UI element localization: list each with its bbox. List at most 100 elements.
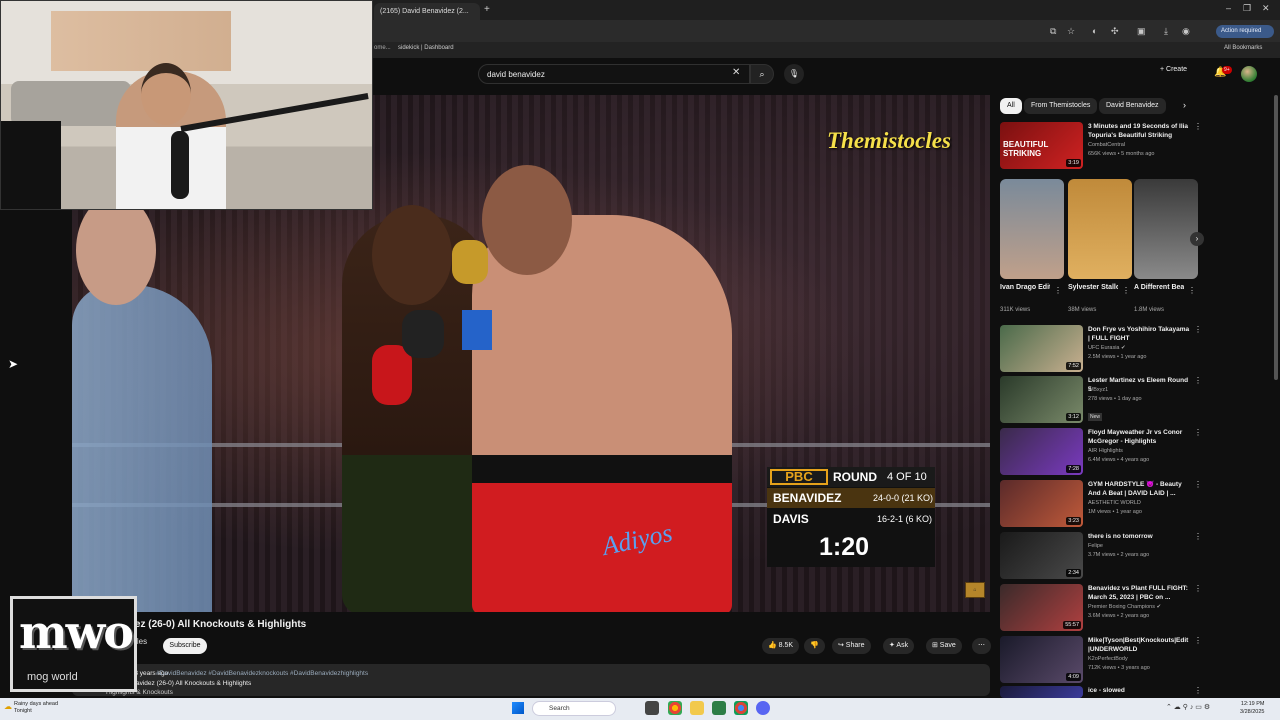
video-title[interactable]: Don Frye vs Yoshihiro Takayama | FULL FI… xyxy=(1088,325,1192,343)
system-tray[interactable]: ⌃ ☁ ⚲ ♪ ▭ ⚙ xyxy=(1166,703,1210,711)
short-title[interactable]: Ivan Drago Edit ("Rock... xyxy=(1000,283,1050,292)
streamer-head xyxy=(141,63,191,125)
recommended-video[interactable]: 55:57 Benavidez vs Plant FULL FIGHT: Marc… xyxy=(1000,584,1202,632)
video-thumbnail[interactable]: 4:09 xyxy=(1000,636,1083,683)
discord-icon[interactable] xyxy=(756,701,770,715)
video-title[interactable]: Mike|Tyson|Best|Knockouts|Edit |UNDERWOR… xyxy=(1088,636,1192,654)
video-thumbnail[interactable]: 55:57 xyxy=(1000,584,1083,631)
video-thumbnail[interactable]: BEAUTIFUL STRIKING 3:19 xyxy=(1000,122,1083,169)
more-options-icon[interactable]: ⋮ xyxy=(1188,286,1196,295)
puzzle-icon[interactable]: ✣ xyxy=(1111,26,1119,37)
download-icon[interactable]: ⤓ xyxy=(1164,26,1168,37)
channel-name[interactable]: UFC Eurasia ✔ xyxy=(1088,345,1126,351)
star-icon[interactable]: ☆ xyxy=(1067,26,1075,37)
video-title[interactable]: ice - slowed xyxy=(1088,686,1192,695)
page-scrollbar[interactable] xyxy=(1274,95,1278,380)
chrome-icon[interactable] xyxy=(668,701,682,715)
recommended-video[interactable]: 7:28 Floyd Mayweather Jr vs Conor McGrego… xyxy=(1000,428,1202,476)
more-options-icon[interactable]: ⋮ xyxy=(1194,636,1202,645)
short-thumbnail[interactable] xyxy=(1134,179,1198,279)
short-title[interactable]: A Different Beast xyxy=(1134,283,1184,292)
recommended-video[interactable]: 4:09 Mike|Tyson|Best|Knockouts|Edit |UNDE… xyxy=(1000,636,1202,684)
like-button[interactable]: 👍 8.5K xyxy=(762,638,800,654)
video-thumbnail[interactable]: 3:12 xyxy=(1000,376,1083,423)
clear-search-icon[interactable]: ✕ xyxy=(732,67,740,78)
new-tab-button[interactable]: + xyxy=(484,4,490,15)
chrome-profile-icon[interactable] xyxy=(734,701,748,715)
more-options-icon[interactable]: ⋮ xyxy=(1194,480,1202,489)
app-icon[interactable] xyxy=(712,701,726,715)
description-hashtags[interactable]: #DavidBenavidez #DavidBenavidezknockouts… xyxy=(156,670,368,677)
share-button[interactable]: ↪ Share xyxy=(832,638,871,654)
minimize-button[interactable]: – xyxy=(1226,3,1231,13)
install-icon[interactable]: ⧉ xyxy=(1050,26,1056,37)
video-title[interactable]: there is no tomorrow xyxy=(1088,532,1192,541)
more-options-icon[interactable]: ⋮ xyxy=(1194,122,1202,131)
recommended-video[interactable]: BEAUTIFUL STRIKING 3:19 3 Minutes and 19 S… xyxy=(1000,122,1202,170)
more-options-icon[interactable]: ⋮ xyxy=(1194,325,1202,334)
video-thumbnail[interactable]: 7:52 xyxy=(1000,325,1083,372)
more-options-icon[interactable]: ⋮ xyxy=(1122,286,1130,295)
video-thumbnail[interactable]: 3:23 xyxy=(1000,480,1083,527)
chip-all[interactable]: All xyxy=(1000,98,1022,114)
chips-next-icon[interactable]: › xyxy=(1183,100,1186,110)
recommended-video[interactable]: 7:52 Don Frye vs Yoshihiro Takayama | FUL… xyxy=(1000,325,1202,373)
taskbar-search[interactable]: Search xyxy=(532,701,616,716)
maximize-button[interactable]: ❐ xyxy=(1243,3,1251,14)
weather-widget[interactable]: Rainy days ahead Tonight xyxy=(14,701,58,715)
sidepanel-icon[interactable]: ▣ xyxy=(1137,26,1146,37)
search-button[interactable]: ⌕ xyxy=(750,64,774,84)
short-thumbnail[interactable] xyxy=(1000,179,1064,279)
chip-david-benavidez[interactable]: David Benavidez xyxy=(1099,98,1166,114)
video-thumbnail[interactable]: 7:28 xyxy=(1000,428,1083,475)
recommended-video[interactable]: 2:34 there is no tomorrow Felipe 3.7M views… xyxy=(1000,532,1202,580)
video-title[interactable]: GYM HARDSTYLE 😈 - Beauty And A Beat | DA… xyxy=(1088,480,1192,498)
more-options-icon[interactable]: ⋮ xyxy=(1194,532,1202,541)
more-options-icon[interactable]: ⋮ xyxy=(1194,686,1202,695)
save-button[interactable]: ⊞ Save xyxy=(926,638,962,654)
task-view-icon[interactable] xyxy=(645,701,659,715)
short-thumbnail[interactable] xyxy=(1068,179,1132,279)
channel-name[interactable]: CombatCentral xyxy=(1088,142,1125,148)
profile-icon[interactable]: ◉ xyxy=(1182,26,1190,37)
recommended-video[interactable]: 3:12 Lester Martinez vs Eleem Round 5 WBxy… xyxy=(1000,376,1202,424)
channel-name[interactable]: AIR Highlights xyxy=(1088,448,1123,454)
start-button[interactable] xyxy=(512,702,524,714)
dislike-button[interactable]: 👎 xyxy=(804,638,825,654)
channel-name[interactable]: K2oPerfectBody xyxy=(1088,656,1128,662)
action-required-button[interactable]: Action required xyxy=(1216,25,1274,38)
video-title[interactable]: Floyd Mayweather Jr vs Conor McGregor - … xyxy=(1088,428,1192,446)
more-actions-button[interactable]: ⋯ xyxy=(972,638,991,654)
browser-tab-active[interactable]: (2165) David Benavidez (2... xyxy=(374,3,480,20)
more-options-icon[interactable]: ⋮ xyxy=(1194,584,1202,593)
extension-icon[interactable]: ◐ xyxy=(1092,26,1097,36)
short-title[interactable]: Sylvester Stallone ... xyxy=(1068,283,1118,292)
chip-from-themistocles[interactable]: From Themistocles xyxy=(1024,98,1098,114)
bookmark-sidekick[interactable]: sidekick | Dashboard xyxy=(398,45,454,51)
more-options-icon[interactable]: ⋮ xyxy=(1194,428,1202,437)
taskbar-clock[interactable]: 12:19 PM 3/28/2025 xyxy=(1240,700,1264,716)
video-thumbnail[interactable] xyxy=(1000,686,1083,698)
create-button[interactable]: + Create xyxy=(1160,66,1187,73)
channel-name[interactable]: WBxyz1 xyxy=(1088,387,1108,393)
video-title[interactable]: 3 Minutes and 19 Seconds of Ilia Topuria… xyxy=(1088,122,1192,140)
channel-name[interactable]: Felipe xyxy=(1088,543,1103,549)
more-options-icon[interactable]: ⋮ xyxy=(1054,286,1062,295)
weather-icon[interactable]: ☁ xyxy=(4,702,12,711)
video-title[interactable]: Benavidez vs Plant FULL FIGHT: March 25,… xyxy=(1088,584,1192,602)
all-bookmarks[interactable]: All Bookmarks xyxy=(1224,45,1262,51)
voice-search-button[interactable]: 🎙 xyxy=(784,64,804,84)
more-options-icon[interactable]: ⋮ xyxy=(1194,376,1202,385)
channel-name[interactable]: AESTHETIC WORLD xyxy=(1088,500,1141,506)
close-window-button[interactable]: ✕ xyxy=(1262,3,1270,14)
channel-name[interactable]: Premier Boxing Champions ✔ xyxy=(1088,604,1161,610)
shorts-next-button[interactable]: › xyxy=(1190,232,1204,246)
search-input[interactable]: david benavidez xyxy=(478,64,750,84)
ask-button[interactable]: ✦ Ask xyxy=(883,638,915,654)
account-avatar[interactable] xyxy=(1241,66,1257,82)
subscribe-button[interactable]: Subscribe xyxy=(163,638,207,654)
file-explorer-icon[interactable] xyxy=(690,701,704,715)
recommended-video[interactable]: 3:23 GYM HARDSTYLE 😈 - Beauty And A Beat … xyxy=(1000,480,1202,528)
bookmark-home[interactable]: ome... xyxy=(374,45,391,51)
video-thumbnail[interactable]: 2:34 xyxy=(1000,532,1083,579)
